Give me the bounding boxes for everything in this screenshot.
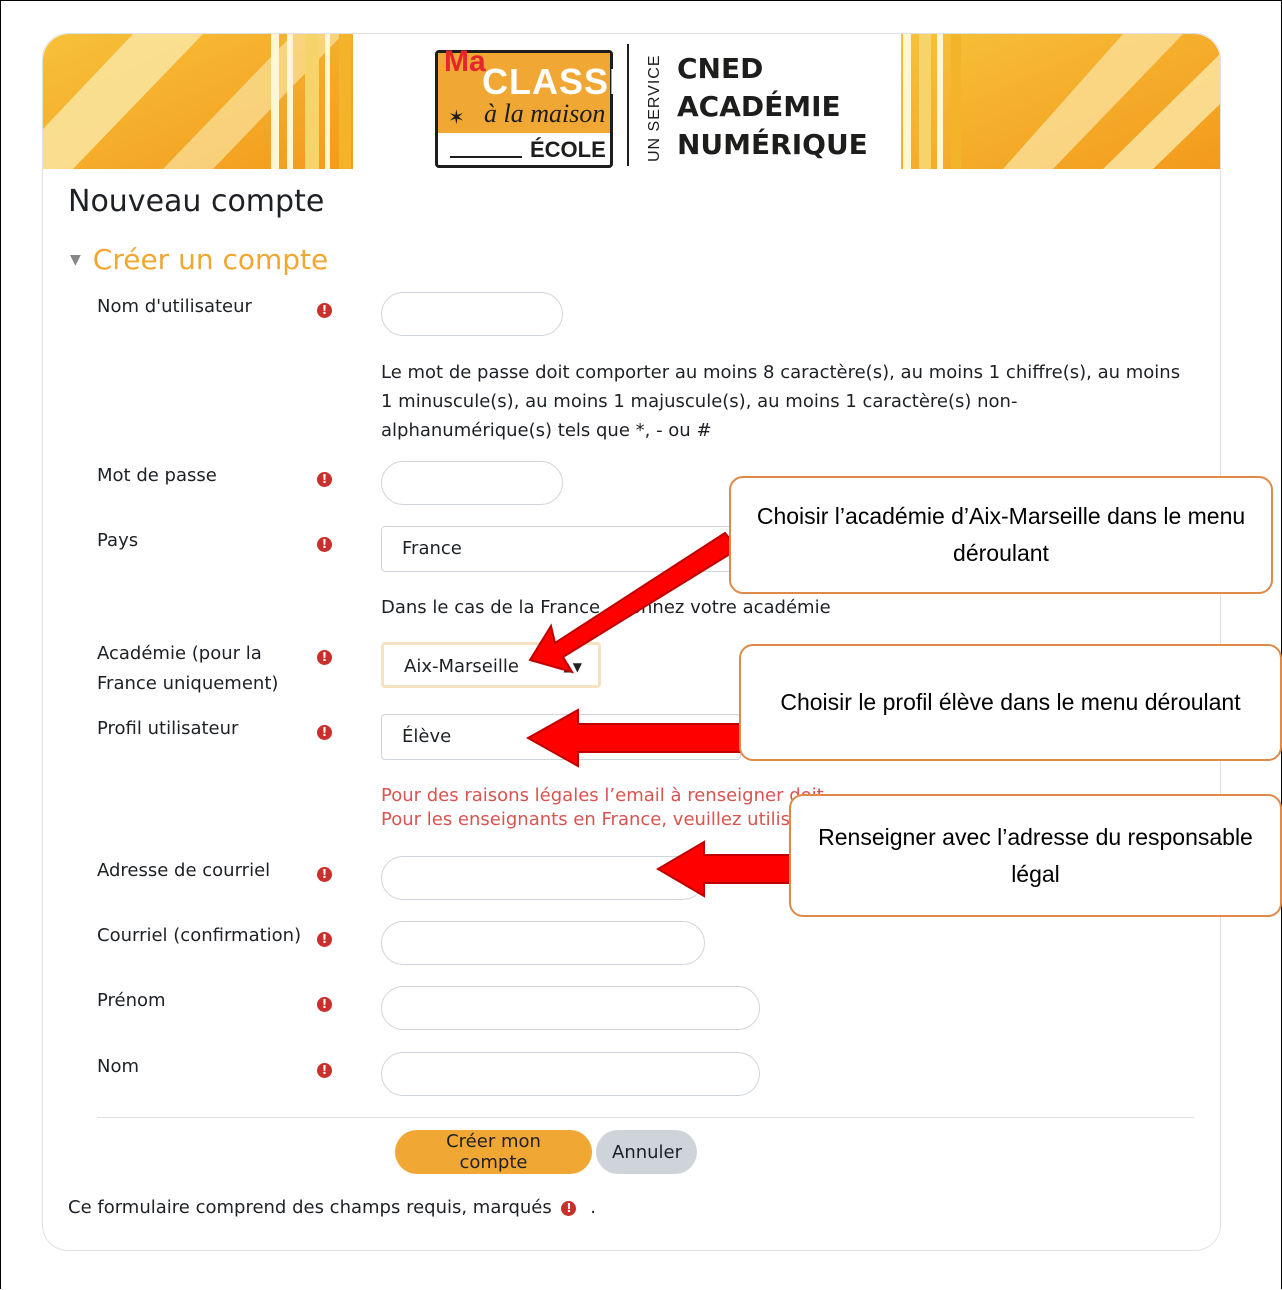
required-note-suffix: . bbox=[590, 1197, 596, 1218]
required-icon: ! bbox=[317, 533, 332, 552]
cned-line-1: CNED bbox=[677, 52, 764, 85]
header-banner: Ma CLASSE ✶ à la maison ÉCOLE UN SERVICE… bbox=[43, 34, 1220, 169]
country-select[interactable]: France bbox=[381, 526, 741, 572]
firstname-label: Prénom bbox=[97, 990, 166, 1011]
required-fields-note: Ce formulaire comprend des champs requis… bbox=[68, 1197, 596, 1218]
password-input[interactable] bbox=[381, 461, 563, 505]
academy-select[interactable]: Aix-Marseille ▲▼ bbox=[381, 642, 601, 688]
lastname-label: Nom bbox=[97, 1056, 140, 1077]
cancel-button[interactable]: Annuler bbox=[596, 1130, 697, 1174]
logo-ma-text: Ma bbox=[444, 45, 486, 78]
collapse-triangle-icon[interactable]: ▼ bbox=[70, 252, 81, 268]
email-confirm-label: Courriel (confirmation) bbox=[97, 925, 302, 946]
un-service-text: UN SERVICE bbox=[646, 54, 663, 162]
required-icon: ! bbox=[317, 299, 332, 318]
email-confirm-input[interactable] bbox=[381, 921, 705, 965]
academy-selected-value: Aix-Marseille bbox=[404, 656, 519, 677]
section-header-create-account[interactable]: ▼ Créer un compte bbox=[70, 243, 328, 276]
section-title: Créer un compte bbox=[92, 243, 329, 276]
profile-selected-value: Élève bbox=[402, 726, 452, 747]
logo-ecole-text: ÉCOLE bbox=[530, 137, 606, 162]
required-icon: ! bbox=[317, 928, 332, 947]
form-divider bbox=[97, 1117, 1194, 1118]
country-selected-value: France bbox=[402, 538, 462, 559]
updown-caret-icon: ▲▼ bbox=[563, 660, 582, 674]
legal-email-warning-line-1: Pour des raisons légales l’email à rense… bbox=[381, 785, 824, 806]
password-label: Mot de passe bbox=[97, 465, 217, 486]
required-icon: ! bbox=[561, 1200, 577, 1216]
profile-label: Profil utilisateur bbox=[97, 718, 239, 739]
sparkle-icon: ✶ bbox=[448, 105, 465, 129]
callout-profile: Choisir le profil élève dans le menu dér… bbox=[739, 644, 1282, 761]
country-label: Pays bbox=[97, 530, 139, 551]
email-input[interactable] bbox=[381, 856, 705, 900]
academy-label-line-2: France uniquement) bbox=[97, 673, 279, 694]
create-account-button[interactable]: Créer mon compte bbox=[395, 1130, 592, 1174]
required-icon: ! bbox=[317, 993, 332, 1012]
required-note-text: Ce formulaire comprend des champs requis… bbox=[68, 1197, 552, 1218]
cned-line-3: NUMÉRIQUE bbox=[677, 128, 868, 161]
password-help-text: Le mot de passe doit comporter au moins … bbox=[381, 362, 1181, 441]
country-help-text-tail: onnez votre académie bbox=[630, 597, 831, 618]
legal-email-warning-line-2: Pour les enseignants en France, veuillez… bbox=[381, 809, 809, 830]
username-label: Nom d'utilisateur bbox=[97, 296, 252, 317]
email-label: Adresse de courriel bbox=[97, 860, 271, 881]
ma-classe-logo: Ma CLASSE ✶ à la maison ÉCOLE bbox=[435, 45, 633, 168]
country-help-text: Dans le cas de la France bbox=[381, 597, 601, 618]
page-title: Nouveau compte bbox=[68, 184, 325, 219]
logo-classe-text: CLASSE bbox=[482, 61, 635, 102]
callout-academy: Choisir l’académie d’Aix-Marseille dans … bbox=[729, 476, 1273, 594]
firstname-input[interactable] bbox=[381, 986, 760, 1030]
cned-logo-text: CNED ACADÉMIE NUMÉRIQUE bbox=[677, 50, 868, 164]
academy-label-line-1: Académie (pour la bbox=[97, 643, 262, 664]
profile-select[interactable]: Élève bbox=[381, 714, 741, 760]
logo-maison-text: à la maison bbox=[484, 99, 606, 128]
required-icon: ! bbox=[317, 468, 332, 487]
required-icon: ! bbox=[317, 1059, 332, 1078]
required-icon: ! bbox=[317, 721, 332, 740]
logo-underline bbox=[450, 156, 522, 158]
lastname-input[interactable] bbox=[381, 1052, 760, 1096]
username-input[interactable] bbox=[381, 292, 563, 336]
callout-email: Renseigner avec l’adresse du responsable… bbox=[789, 794, 1282, 917]
required-icon: ! bbox=[317, 646, 332, 665]
cned-line-2: ACADÉMIE bbox=[677, 90, 841, 123]
logo-separator bbox=[627, 44, 629, 166]
required-icon: ! bbox=[317, 863, 332, 882]
